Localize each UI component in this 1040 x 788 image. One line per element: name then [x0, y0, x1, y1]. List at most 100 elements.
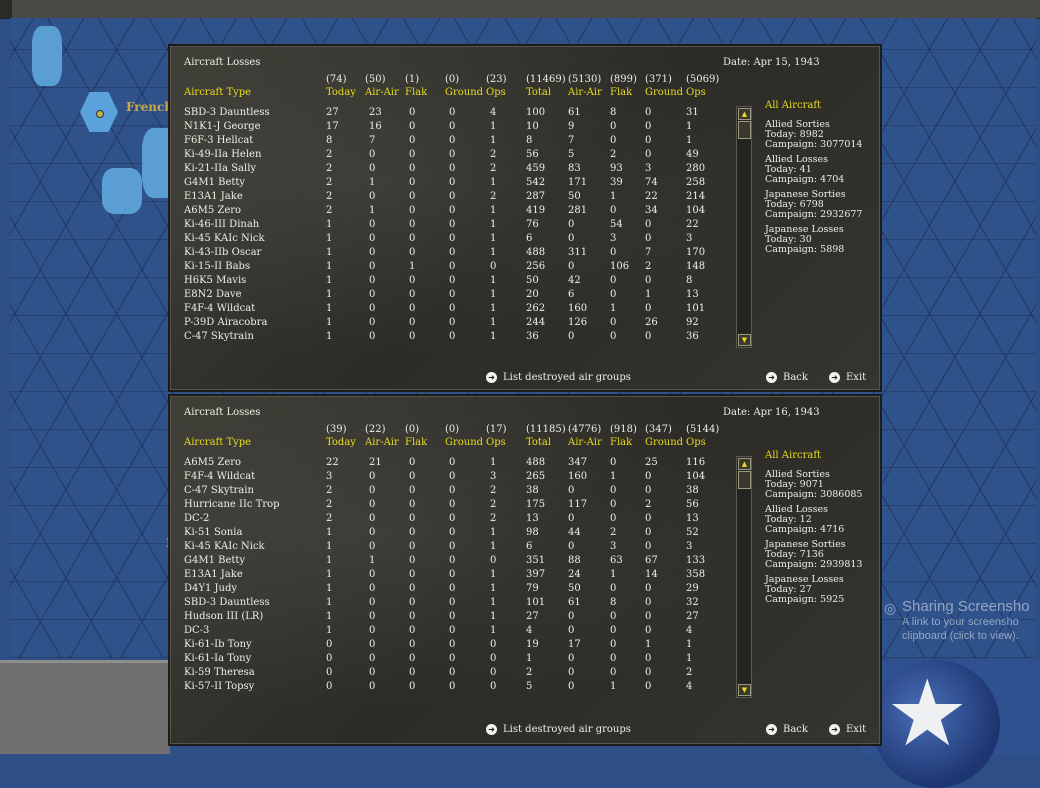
air-air-cell: 0	[369, 667, 376, 678]
air-air-cell: 0	[369, 597, 376, 608]
header-aircraft-type[interactable]: Aircraft Type	[184, 87, 251, 98]
header-total-ops[interactable]: Ops	[686, 437, 706, 448]
header-sum-total-air-air: (5130)	[568, 74, 602, 85]
air-air-cell: 0	[369, 569, 376, 580]
air-air-cell: 0	[369, 219, 376, 230]
header-total-flak[interactable]: Flak	[610, 87, 632, 98]
table-row[interactable]: Hudson III (LR) 1 0 0 0 1 27 0 0 0 27	[170, 611, 730, 625]
table-row[interactable]: Ki-59 Theresa 0 0 0 0 0 2 0 0 0 2	[170, 667, 730, 681]
header-sum-flak: (1)	[405, 74, 420, 85]
table-row[interactable]: SBD-3 Dauntless 27 23 0 0 4 100 61 8 0 31	[170, 107, 730, 121]
header-air-air[interactable]: Air-Air	[365, 87, 399, 98]
header-ops[interactable]: Ops	[486, 87, 506, 98]
all-aircraft-filter[interactable]: All Aircraft	[765, 451, 875, 461]
header-total-air-air[interactable]: Air-Air	[568, 87, 602, 98]
table-row[interactable]: Ki-49-IIa Helen 2 0 0 0 2 56 5 2 0 49	[170, 149, 730, 163]
ground-cell: 0	[449, 639, 456, 650]
header-total-flak[interactable]: Flak	[610, 437, 632, 448]
table-row[interactable]: E8N2 Dave 1 0 0 0 1 20 6 0 1 13	[170, 289, 730, 303]
table-row[interactable]: Ki-21-IIa Sally 2 0 0 0 2 459 83 93 3 280	[170, 163, 730, 177]
table-row[interactable]: Ki-43-IIb Oscar 1 0 0 0 1 488 311 0 7 170	[170, 247, 730, 261]
table-row[interactable]: Ki-51 Sonia 1 0 0 0 1 98 44 2 0 52	[170, 527, 730, 541]
header-total-ops[interactable]: Ops	[686, 87, 706, 98]
table-row[interactable]: E13A1 Jake 2 0 0 0 2 287 50 1 22 214	[170, 191, 730, 205]
air-air-cell: 0	[369, 275, 376, 286]
table-row[interactable]: Hurricane IIc Trop 2 0 0 0 2 175 117 0 2 56	[170, 499, 730, 513]
header-air-air[interactable]: Air-Air	[365, 437, 399, 448]
exit-button[interactable]: ➜ Exit	[829, 372, 866, 383]
flak-cell: 0	[409, 555, 416, 566]
header-flak[interactable]: Flak	[405, 87, 427, 98]
table-row[interactable]: E13A1 Jake 1 0 0 0 1 397 24 1 14 358	[170, 569, 730, 583]
table-scrollbar[interactable]: ▲ ▼	[736, 456, 752, 698]
table-row[interactable]: G4M1 Betty 2 1 0 0 1 542 171 39 74 258	[170, 177, 730, 191]
table-row[interactable]: Ki-45 KAIc Nick 1 0 0 0 1 6 0 3 0 3	[170, 541, 730, 555]
table-row[interactable]: Ki-57-II Topsy 0 0 0 0 0 5 0 1 0 4	[170, 681, 730, 695]
header-total-air-air[interactable]: Air-Air	[568, 437, 602, 448]
table-row[interactable]: Ki-46-III Dinah 1 0 0 0 1 76 0 54 0 22	[170, 219, 730, 233]
table-row[interactable]: A6M5 Zero 2 1 0 0 1 419 281 0 34 104	[170, 205, 730, 219]
table-row[interactable]: SBD-3 Dauntless 1 0 0 0 1 101 61 8 0 32	[170, 597, 730, 611]
ground-cell: 0	[449, 541, 456, 552]
table-row[interactable]: DC-3 1 0 0 0 1 4 0 0 0 4	[170, 625, 730, 639]
aircraft-type-cell: E8N2 Dave	[184, 289, 242, 300]
header-flak[interactable]: Flak	[405, 437, 427, 448]
back-button[interactable]: ➜ Back	[766, 372, 808, 383]
table-row[interactable]: N1K1-J George 17 16 0 0 1 10 9 0 0 1	[170, 121, 730, 135]
table-row[interactable]: G4M1 Betty 1 1 0 0 0 351 88 63 67 133	[170, 555, 730, 569]
list-destroyed-link[interactable]: ➜ List destroyed air groups	[486, 724, 631, 735]
today-cell: 1	[326, 597, 333, 608]
air-air-cell: 0	[369, 639, 376, 650]
header-total-ground[interactable]: Ground	[645, 437, 683, 448]
table-row[interactable]: C-47 Skytrain 2 0 0 0 2 38 0 0 0 38	[170, 485, 730, 499]
header-today[interactable]: Today	[326, 87, 356, 98]
scroll-thumb[interactable]	[738, 471, 751, 489]
scroll-up-arrow-icon[interactable]: ▲	[738, 458, 751, 470]
table-row[interactable]: H6K5 Mavis 1 0 0 0 1 50 42 0 0 8	[170, 275, 730, 289]
header-total-ground[interactable]: Ground	[645, 87, 683, 98]
scroll-up-arrow-icon[interactable]: ▲	[738, 108, 751, 120]
table-row[interactable]: F4F-4 Wildcat 3 0 0 0 3 265 160 1 0 104	[170, 471, 730, 485]
total-flak-cell: 93	[610, 163, 623, 174]
header-ops[interactable]: Ops	[486, 437, 506, 448]
table-row[interactable]: P-39D Airacobra 1 0 0 0 1 244 126 0 26 92	[170, 317, 730, 331]
aircraft-type-cell: Ki-57-II Topsy	[184, 681, 255, 692]
aircraft-type-cell: F4F-4 Wildcat	[184, 303, 256, 314]
scroll-down-arrow-icon[interactable]: ▼	[738, 334, 751, 346]
total-ops-cell: 8	[686, 275, 693, 286]
ops-cell: 1	[490, 541, 497, 552]
table-row[interactable]: Ki-61-Ib Tony 0 0 0 0 0 19 17 0 1 1	[170, 639, 730, 653]
header-ground[interactable]: Ground	[445, 87, 483, 98]
summary-block: Allied Sorties Today: 8982 Campaign: 30770…	[765, 120, 875, 150]
header-total[interactable]: Total	[526, 437, 551, 448]
header-aircraft-type[interactable]: Aircraft Type	[184, 437, 251, 448]
exit-button[interactable]: ➜ Exit	[829, 724, 866, 735]
scroll-down-arrow-icon[interactable]: ▼	[738, 684, 751, 696]
header-today[interactable]: Today	[326, 437, 356, 448]
table-row[interactable]: Ki-15-II Babs 1 0 1 0 0 256 0 106 2 148	[170, 261, 730, 275]
table-row[interactable]: DC-2 2 0 0 0 2 13 0 0 0 13	[170, 513, 730, 527]
table-row[interactable]: F6F-3 Hellcat 8 7 0 0 1 8 7 0 0 1	[170, 135, 730, 149]
total-flak-cell: 0	[610, 485, 617, 496]
scroll-thumb[interactable]	[738, 121, 751, 139]
back-button[interactable]: ➜ Back	[766, 724, 808, 735]
air-air-cell: 0	[369, 163, 376, 174]
total-cell: 20	[526, 289, 539, 300]
header-total[interactable]: Total	[526, 87, 551, 98]
total-ops-cell: 3	[686, 541, 693, 552]
table-row[interactable]: A6M5 Zero 22 21 0 0 1 488 347 0 25 116	[170, 457, 730, 471]
sharing-notification[interactable]: ◎ Sharing Screensho A link to your scree…	[884, 598, 1040, 643]
table-row[interactable]: F4F-4 Wildcat 1 0 0 0 1 262 160 1 0 101	[170, 303, 730, 317]
all-aircraft-filter[interactable]: All Aircraft	[765, 101, 875, 111]
ops-cell: 1	[490, 233, 497, 244]
table-row[interactable]: Ki-45 KAIc Nick 1 0 0 0 1 6 0 3 0 3	[170, 233, 730, 247]
list-destroyed-link[interactable]: ➜ List destroyed air groups	[486, 372, 631, 383]
table-row[interactable]: C-47 Skytrain 1 0 0 0 1 36 0 0 0 36	[170, 331, 730, 345]
table-row[interactable]: D4Y1 Judy 1 0 0 0 1 79 50 0 0 29	[170, 583, 730, 597]
table-row[interactable]: Ki-61-Ia Tony 0 0 0 0 0 1 0 0 0 1	[170, 653, 730, 667]
header-ground[interactable]: Ground	[445, 437, 483, 448]
total-cell: 100	[526, 107, 546, 118]
base-marker-icon[interactable]	[96, 110, 104, 118]
arrow-right-icon: ➜	[486, 372, 497, 383]
table-scrollbar[interactable]: ▲ ▼	[736, 106, 752, 348]
